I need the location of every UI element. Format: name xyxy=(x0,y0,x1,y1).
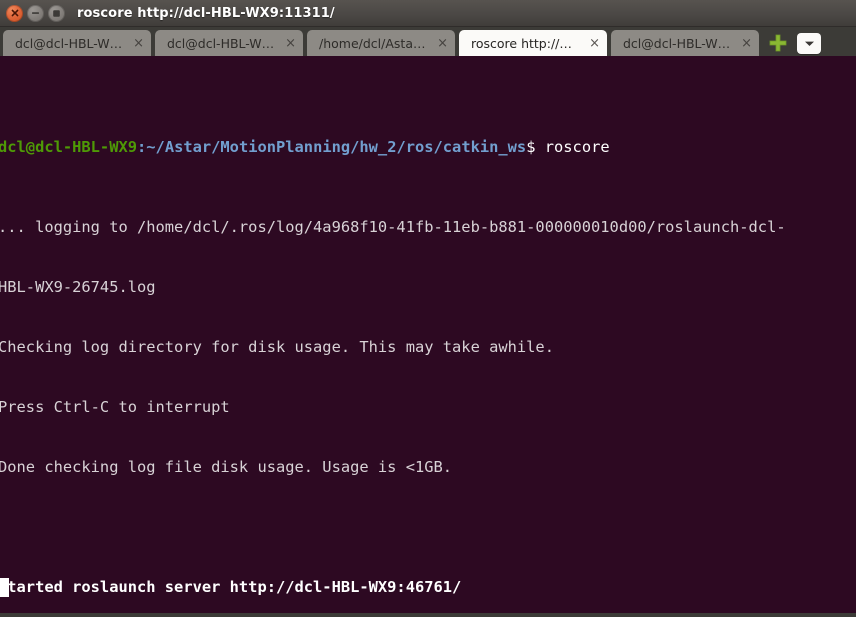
tab-3-active[interactable]: roscore http://… × xyxy=(459,30,607,56)
tab-bar: dcl@dcl-HBL-W… × dcl@dcl-HBL-W… × /home/… xyxy=(0,27,856,56)
terminal-window: roscore http://dcl-HBL-WX9:11311/ dcl@dc… xyxy=(0,0,856,617)
minimize-button[interactable] xyxy=(27,4,44,22)
tab-4[interactable]: dcl@dcl-HBL-W… × xyxy=(611,30,759,56)
tab-close-icon[interactable]: × xyxy=(741,37,752,50)
title-bar: roscore http://dcl-HBL-WX9:11311/ xyxy=(0,0,856,27)
tab-label: dcl@dcl-HBL-W… xyxy=(167,35,275,51)
prompt-user-host: dcl@dcl-HBL-WX9 xyxy=(0,138,137,156)
terminal-cursor xyxy=(0,578,9,597)
tab-1[interactable]: dcl@dcl-HBL-W… × xyxy=(155,30,303,56)
window-title: roscore http://dcl-HBL-WX9:11311/ xyxy=(77,5,335,21)
window-controls xyxy=(6,4,65,22)
minimize-icon xyxy=(32,12,39,14)
close-button[interactable] xyxy=(6,4,23,22)
tab-label: /home/dcl/Asta… xyxy=(319,35,426,51)
terminal-line: HBL-WX9-26745.log xyxy=(0,278,156,296)
tab-label: dcl@dcl-HBL-W… xyxy=(623,35,731,51)
window-bottom-edge xyxy=(0,613,856,617)
terminal-line: started roslaunch server http://dcl-HBL-… xyxy=(0,578,462,596)
terminal-text: dcl@dcl-HBL-WX9:~/Astar/MotionPlanning/h… xyxy=(0,56,856,617)
chevron-down-icon xyxy=(804,41,814,46)
tab-label: roscore http://… xyxy=(471,35,572,51)
maximize-icon xyxy=(53,9,60,17)
terminal-line: ... logging to /home/dcl/.ros/log/4a968f… xyxy=(0,218,786,236)
prompt-command: roscore xyxy=(544,138,610,156)
tab-list-button[interactable] xyxy=(797,33,821,54)
terminal-line: Press Ctrl-C to interrupt xyxy=(0,398,230,416)
tab-close-icon[interactable]: × xyxy=(285,37,296,50)
terminal-line: Done checking log file disk usage. Usage… xyxy=(0,458,453,476)
close-icon xyxy=(11,9,18,17)
tab-close-icon[interactable]: × xyxy=(133,37,144,50)
tab-0[interactable]: dcl@dcl-HBL-W… × xyxy=(3,30,151,56)
prompt-path: ~/Astar/MotionPlanning/hw_2/ros/catkin_w… xyxy=(146,138,527,156)
new-tab-button[interactable] xyxy=(765,30,791,56)
prompt-separator: : xyxy=(137,138,147,156)
plus-icon xyxy=(769,34,787,52)
tab-close-icon[interactable]: × xyxy=(437,37,448,50)
terminal-line: Checking log directory for disk usage. T… xyxy=(0,338,554,356)
terminal-prompt-line: dcl@dcl-HBL-WX9:~/Astar/MotionPlanning/h… xyxy=(0,137,856,157)
tab-2[interactable]: /home/dcl/Asta… × xyxy=(307,30,455,56)
terminal-output-area[interactable]: dcl@dcl-HBL-WX9:~/Astar/MotionPlanning/h… xyxy=(0,56,856,617)
tab-label: dcl@dcl-HBL-W… xyxy=(15,35,123,51)
maximize-button[interactable] xyxy=(48,4,65,22)
tab-close-icon[interactable]: × xyxy=(589,37,600,50)
